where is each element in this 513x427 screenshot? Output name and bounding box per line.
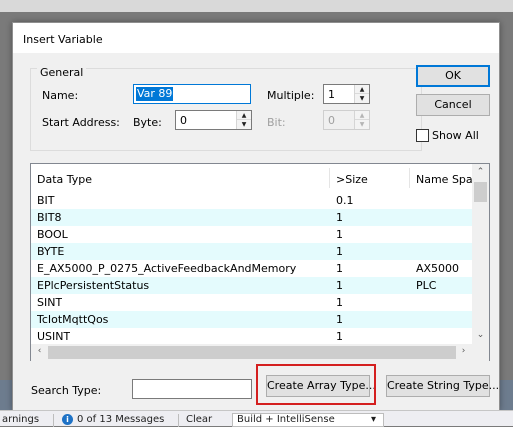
multiple-spin[interactable]: ▲ ▼ xyxy=(354,85,369,103)
byte-label: Byte: xyxy=(133,116,162,129)
table-row[interactable]: SINT 1 xyxy=(31,294,472,311)
toolbar-separator xyxy=(178,414,179,427)
bit-spin: ▲ ▼ xyxy=(354,111,369,129)
messages-tab[interactable]: 0 of 13 Messages xyxy=(77,414,173,427)
byte-spin[interactable]: ▲ ▼ xyxy=(236,111,251,129)
table-row[interactable]: E_AX5000_P_0275_ActiveFeedbackAndMemory 1… xyxy=(31,260,472,277)
table-cell-type: SINT xyxy=(37,296,63,309)
spin-down-icon[interactable]: ▼ xyxy=(237,120,251,129)
name-input[interactable]: Var 89 xyxy=(133,84,251,104)
table-cell-type: E_AX5000_P_0275_ActiveFeedbackAndMemory xyxy=(37,262,297,275)
table-cell-size: 0.1 xyxy=(336,194,354,207)
highlight-annotation xyxy=(256,364,376,405)
build-filter-value: Build + IntelliSense xyxy=(237,414,335,425)
table-cell-ns: PLC xyxy=(416,279,437,292)
multiple-stepper[interactable]: 1 ▲ ▼ xyxy=(323,84,370,104)
build-filter-dropdown[interactable]: Build + IntelliSense ▾ xyxy=(232,413,384,427)
table-cell-size: 1 xyxy=(336,228,343,241)
table-row[interactable]: EPlcPersistentStatus 1 PLC xyxy=(31,277,472,294)
scrollbar-corner xyxy=(472,344,489,361)
byte-value: 0 xyxy=(180,114,187,127)
table-cell-size: 1 xyxy=(336,330,343,343)
ide-status-bar: arnings i 0 of 13 Messages Clear Build +… xyxy=(0,410,513,427)
scroll-right-icon[interactable]: › xyxy=(455,346,472,356)
toolbar-separator xyxy=(53,414,54,427)
start-address-label: Start Address: xyxy=(42,116,120,129)
column-divider xyxy=(329,168,330,188)
table-cell-size: 1 xyxy=(336,211,343,224)
table-row[interactable]: BIT8 1 xyxy=(31,209,472,226)
column-header-data-type[interactable]: Data Type xyxy=(37,173,92,186)
horizontal-scrollbar[interactable]: ‹ › xyxy=(31,344,472,361)
dialog-titlebar: Insert Variable xyxy=(13,23,499,53)
name-label: Name: xyxy=(42,89,79,102)
table-cell-size: 1 xyxy=(336,245,343,258)
column-divider xyxy=(409,168,410,188)
vertical-scrollbar[interactable]: ⌃ ⌄ xyxy=(472,164,489,344)
search-type-input[interactable] xyxy=(132,379,252,399)
spin-down-icon[interactable]: ▼ xyxy=(355,94,369,103)
bit-stepper: 0 ▲ ▼ xyxy=(323,110,370,130)
scroll-down-icon[interactable]: ⌄ xyxy=(472,330,489,340)
table-row[interactable]: BYTE 1 xyxy=(31,243,472,260)
table-row[interactable]: BOOL 1 xyxy=(31,226,472,243)
table-cell-size: 1 xyxy=(336,296,343,309)
chevron-down-icon: ▾ xyxy=(371,414,377,425)
create-string-type-button[interactable]: Create String Type... xyxy=(386,375,499,397)
name-input-value: Var 89 xyxy=(136,87,174,101)
bit-value: 0 xyxy=(328,114,335,127)
background-window xyxy=(0,0,513,12)
scroll-left-icon[interactable]: ‹ xyxy=(31,346,48,356)
horizontal-scroll-thumb[interactable] xyxy=(48,346,456,359)
warnings-tab[interactable]: arnings xyxy=(2,414,48,427)
spin-up-icon[interactable]: ▲ xyxy=(237,111,251,120)
spin-up-icon[interactable]: ▲ xyxy=(355,85,369,94)
table-cell-type: BIT8 xyxy=(37,211,62,224)
dialog-title: Insert Variable xyxy=(23,33,103,46)
table-cell-size: 1 xyxy=(336,262,343,275)
search-type-label: Search Type: xyxy=(31,384,102,397)
table-row[interactable]: TcIotMqttQos 1 xyxy=(31,311,472,328)
general-group-legend: General xyxy=(37,66,87,79)
list-header: Data Type >Size Name Spac xyxy=(31,164,479,192)
cancel-button[interactable]: Cancel xyxy=(416,94,490,116)
scroll-up-icon[interactable]: ⌃ xyxy=(472,167,489,177)
table-cell-type: BIT xyxy=(37,194,55,207)
table-row[interactable]: USINT 1 xyxy=(31,328,472,344)
show-all-label[interactable]: Show All xyxy=(432,129,479,142)
list-rows: BIT 0.1 BIT8 1 BOOL 1 BYTE 1 E_AX5000_P_0275_Act… xyxy=(31,192,472,344)
byte-stepper[interactable]: 0 ▲ ▼ xyxy=(175,110,252,130)
multiple-value: 1 xyxy=(328,88,335,101)
spin-up-icon: ▲ xyxy=(355,111,369,120)
column-header-namespace[interactable]: Name Spac xyxy=(416,173,479,186)
clear-button[interactable]: Clear xyxy=(186,414,226,427)
column-header-size[interactable]: >Size xyxy=(336,173,368,186)
table-row[interactable]: BIT 0.1 xyxy=(31,192,472,209)
table-cell-type: USINT xyxy=(37,330,71,343)
spin-down-icon: ▼ xyxy=(355,120,369,129)
bit-label: Bit: xyxy=(267,116,286,129)
table-cell-type: BYTE xyxy=(37,245,65,258)
data-type-list[interactable]: Data Type >Size Name Spac BIT 0.1 BIT8 1 BOO… xyxy=(30,163,490,361)
multiple-label: Multiple: xyxy=(267,89,315,102)
table-cell-size: 1 xyxy=(336,279,343,292)
table-cell-type: EPlcPersistentStatus xyxy=(37,279,150,292)
info-icon: i xyxy=(62,414,73,425)
ok-button[interactable]: OK xyxy=(416,65,490,87)
show-all-checkbox[interactable] xyxy=(416,129,429,142)
table-cell-type: TcIotMqttQos xyxy=(37,313,109,326)
table-cell-ns: AX5000 xyxy=(416,262,460,275)
vertical-scroll-thumb[interactable] xyxy=(474,182,487,202)
table-cell-type: BOOL xyxy=(37,228,68,241)
table-cell-size: 1 xyxy=(336,313,343,326)
insert-variable-dialog: Insert Variable General Name: Var 89 Mul… xyxy=(12,22,500,411)
